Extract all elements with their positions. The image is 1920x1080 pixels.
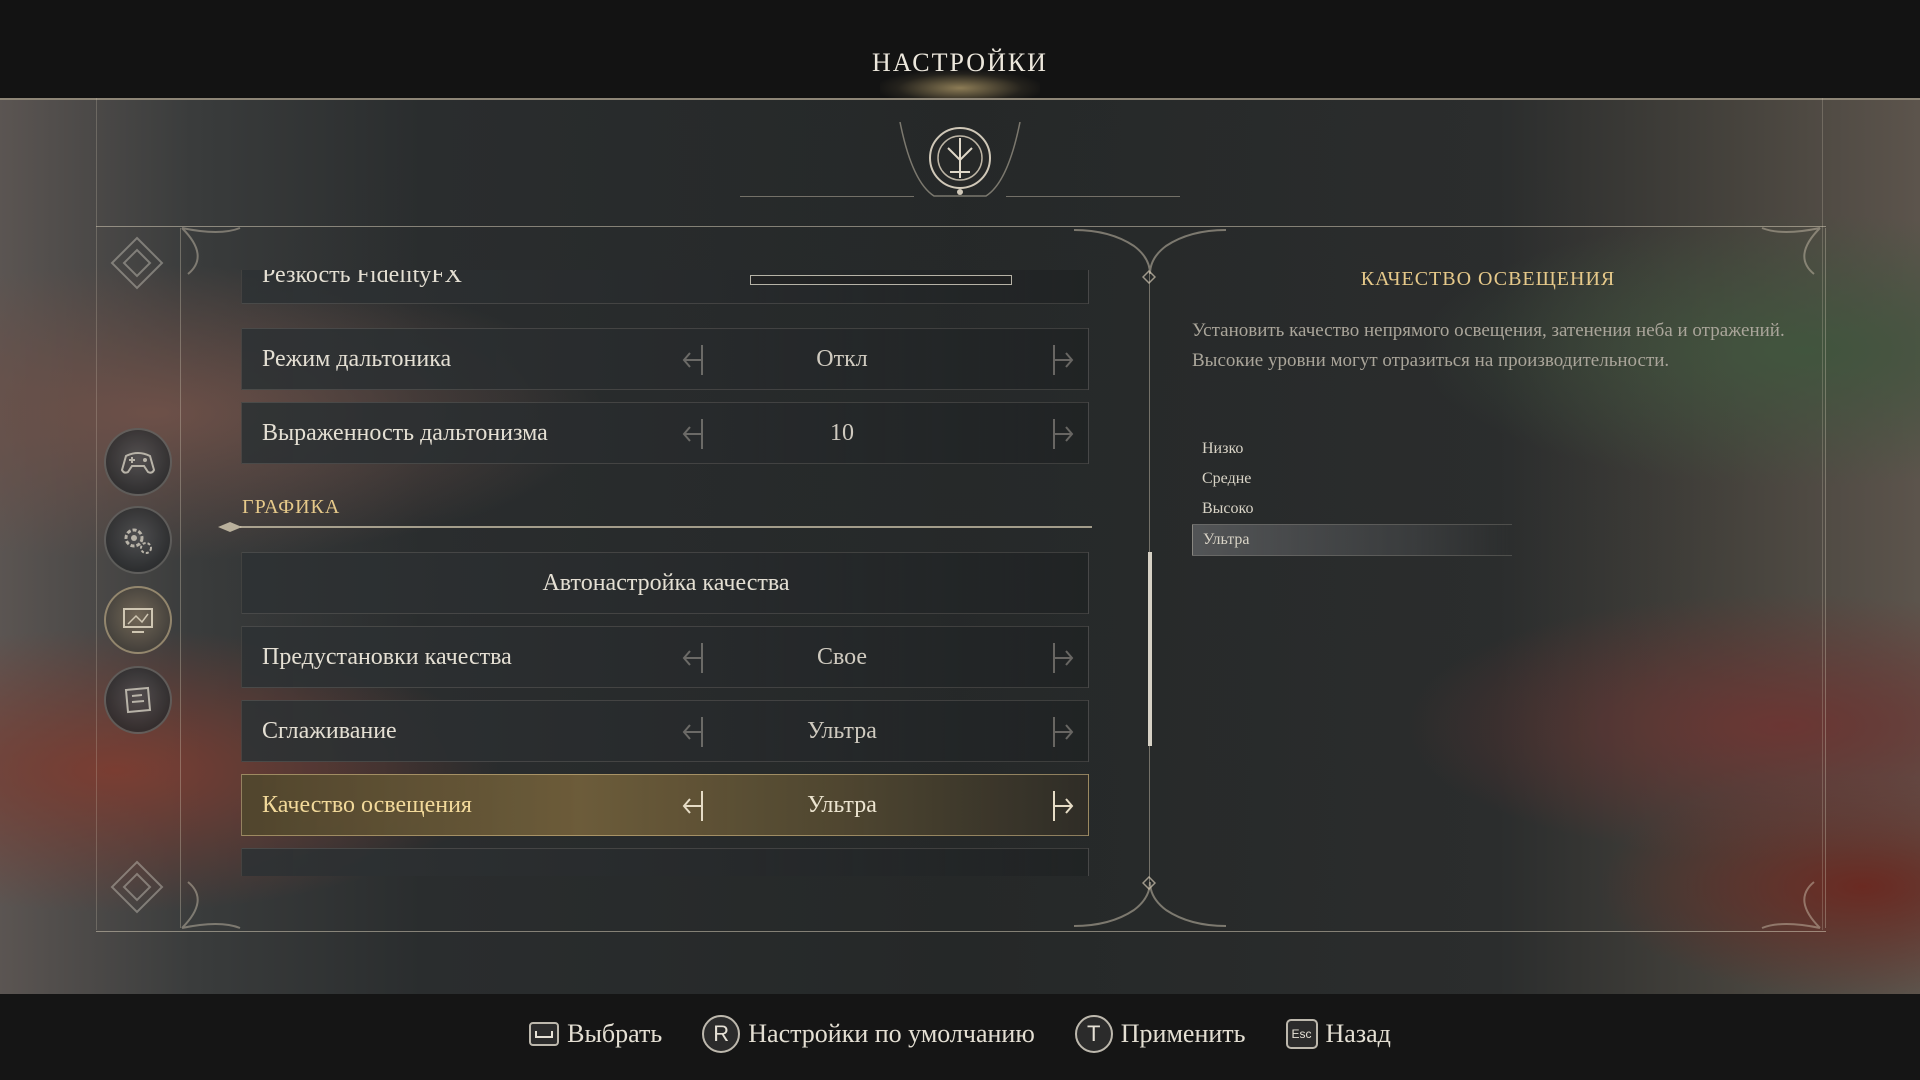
side-navigation — [98, 230, 178, 930]
setting-row-antialiasing[interactable]: Сглаживание Ультра — [241, 700, 1089, 762]
option-item[interactable]: Низко — [1192, 434, 1512, 464]
option-item-selected[interactable]: Ультра — [1192, 524, 1512, 556]
ornament-corner-br — [1761, 881, 1821, 929]
nav-controls[interactable] — [104, 428, 172, 496]
ornament-corner-tl — [181, 227, 241, 275]
arrow-right-icon[interactable] — [1042, 639, 1082, 677]
arrow-right-icon[interactable] — [1042, 415, 1082, 453]
arrow-left-icon[interactable] — [674, 787, 714, 825]
sharpness-slider[interactable] — [750, 275, 1012, 285]
setting-label: Режим дальтоника — [262, 346, 452, 372]
setting-value: 10 — [830, 420, 854, 446]
auto-quality-button[interactable]: Автонастройка качества — [241, 552, 1089, 614]
esc-key-icon: Esc — [1285, 1019, 1318, 1049]
setting-row-lighting-quality[interactable]: Качество освещения Ультра — [241, 774, 1089, 836]
gear-icon — [124, 528, 152, 554]
setting-row-next-partial[interactable] — [241, 848, 1089, 876]
gamepad-icon — [120, 452, 156, 474]
setting-row-fidelityfx-sharpness[interactable]: Резкость FidelityFX — [241, 270, 1089, 304]
control-label: Назад — [1325, 1019, 1391, 1048]
space-key-icon — [529, 1022, 560, 1046]
setting-value: Ультра — [807, 718, 877, 744]
page-title: НАСТРОЙКИ — [872, 48, 1048, 77]
crest-bar-right — [1006, 196, 1180, 197]
divider-diamond-bottom — [1142, 876, 1156, 890]
section-divider — [240, 526, 1092, 528]
scrollbar-thumb[interactable] — [1148, 552, 1152, 746]
settings-list[interactable]: Резкость FidelityFX Режим дальтоника Отк… — [240, 270, 1092, 876]
setting-label: Сглаживание — [262, 718, 397, 744]
diamond-emblem-icon — [110, 860, 164, 914]
control-label: Применить — [1120, 1019, 1246, 1048]
arrow-right-icon[interactable] — [1042, 713, 1082, 751]
nav-interface[interactable] — [104, 666, 172, 734]
arrow-right-icon[interactable] — [1042, 341, 1082, 379]
option-item[interactable]: Средне — [1192, 464, 1512, 494]
arrow-left-icon[interactable] — [674, 415, 714, 453]
control-apply[interactable]: T Применить — [1074, 1015, 1246, 1053]
control-label: Настройки по умолчанию — [748, 1019, 1035, 1048]
setting-row-quality-preset[interactable]: Предустановки качества Свое — [241, 626, 1089, 688]
option-item[interactable]: Высоко — [1192, 494, 1512, 524]
map-icon — [124, 686, 152, 714]
nav-display[interactable] — [104, 586, 172, 654]
ornament-corner-bl — [181, 881, 241, 929]
crest-emblem-icon — [899, 122, 1021, 197]
r-key-icon: R — [702, 1015, 741, 1053]
info-title: КАЧЕСТВО ОСВЕЩЕНИЯ — [1360, 268, 1616, 290]
t-key-icon: T — [1074, 1015, 1113, 1053]
setting-row-colorblind-mode[interactable]: Режим дальтоника Откл — [241, 328, 1089, 390]
section-divider-tip — [218, 522, 242, 532]
info-description: Установить качество непрямого освещения,… — [1192, 320, 1785, 371]
nav-general[interactable] — [104, 506, 172, 574]
arrow-left-icon[interactable] — [674, 713, 714, 751]
setting-value: Ультра — [807, 792, 877, 818]
diamond-emblem-icon — [110, 236, 164, 290]
setting-label: Выраженность дальтонизма — [262, 420, 548, 446]
arrow-left-icon[interactable] — [674, 639, 714, 677]
setting-value: Свое — [816, 644, 868, 670]
button-label: Автонастройка качества — [542, 570, 790, 596]
setting-label: Качество освещения — [262, 792, 472, 818]
section-header-graphics: ГРАФИКА — [242, 496, 341, 518]
arrow-right-icon[interactable] — [1042, 787, 1082, 825]
option-list: Низко Средне Высоко Ультра — [1192, 434, 1512, 556]
control-label: Выбрать — [567, 1019, 663, 1048]
setting-value: Откл — [816, 346, 868, 372]
crest-bar-left — [740, 196, 914, 197]
control-defaults[interactable]: R Настройки по умолчанию — [702, 1015, 1035, 1053]
controls-bar: Выбрать R Настройки по умолчанию T Приме… — [0, 1012, 1920, 1056]
setting-row-colorblind-strength[interactable]: Выраженность дальтонизма 10 — [241, 402, 1089, 464]
divider-diamond-top — [1142, 270, 1156, 284]
setting-label: Резкость FidelityFX — [262, 270, 462, 288]
control-select[interactable]: Выбрать — [529, 1019, 662, 1049]
setting-label: Предустановки качества — [262, 644, 512, 670]
arrow-left-icon[interactable] — [674, 341, 714, 379]
monitor-icon — [123, 608, 153, 633]
control-back[interactable]: Esc Назад — [1285, 1019, 1391, 1049]
